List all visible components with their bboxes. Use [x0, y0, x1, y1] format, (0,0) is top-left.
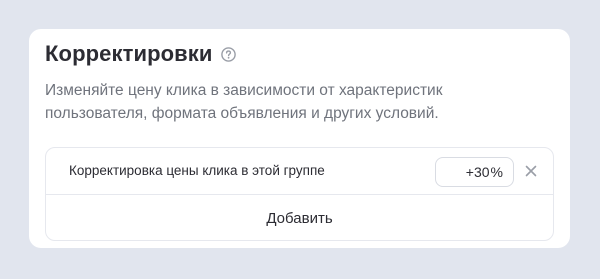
adjustment-row: Корректировка цены клика в этой группе +…	[46, 148, 553, 195]
close-icon[interactable]	[524, 164, 538, 178]
title-row: Корректировки	[45, 41, 236, 67]
adjustment-value: +30	[465, 164, 490, 180]
section-title: Корректировки	[45, 41, 213, 66]
adjustment-value-input[interactable]: +30 %	[435, 157, 514, 187]
adjustments-card: Корректировки Изменяйте цену клика в зав…	[29, 29, 570, 248]
adjustment-unit: %	[490, 164, 503, 180]
add-button[interactable]: Добавить	[46, 195, 553, 241]
question-circle-icon[interactable]	[220, 46, 236, 62]
adjustments-panel: Корректировка цены клика в этой группе +…	[45, 147, 554, 241]
adjustment-label: Корректировка цены клика в этой группе	[69, 163, 325, 178]
section-description: Изменяйте цену клика в зависимости от ха…	[45, 82, 443, 122]
